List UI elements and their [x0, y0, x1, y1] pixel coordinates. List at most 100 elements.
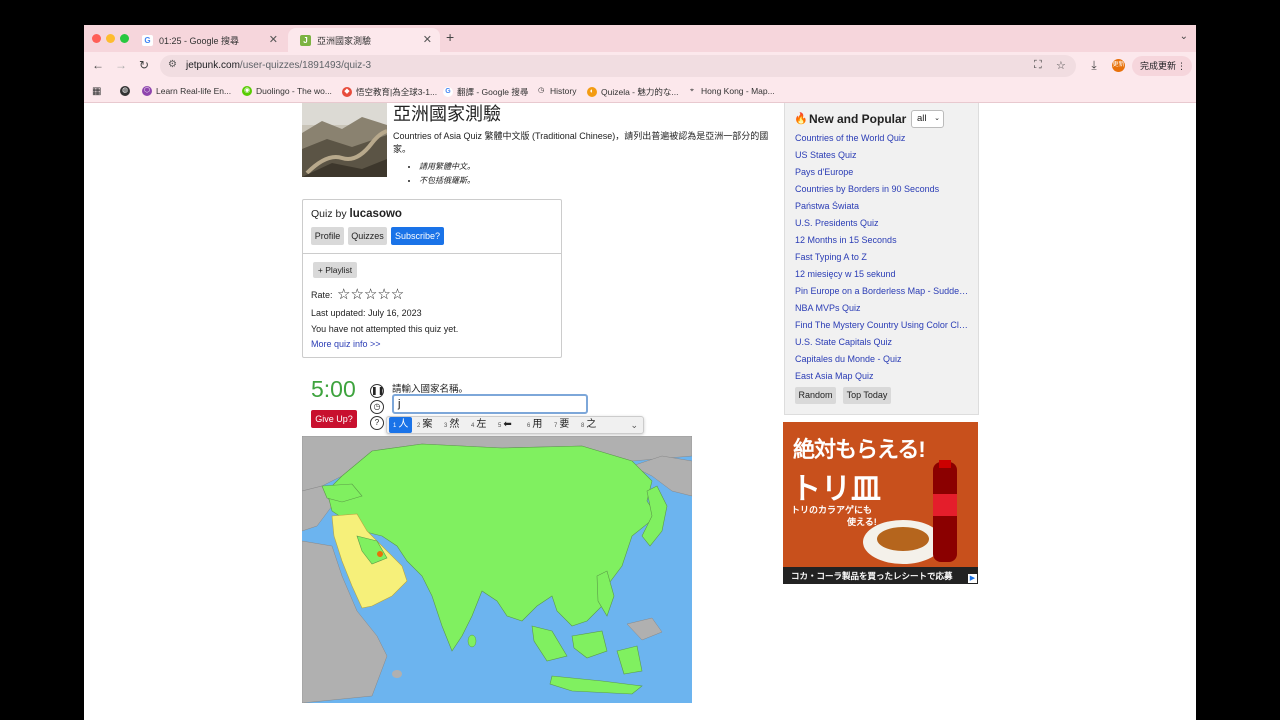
google-icon: G [443, 87, 453, 97]
popular-quiz-link[interactable]: U.S. State Capitals Quiz [795, 337, 970, 347]
popular-quiz-link[interactable]: Find The Mystery Country Using Color Clu… [795, 320, 970, 330]
bookmark-google-translate[interactable]: G 翻譯 - Google 搜尋 [443, 86, 528, 98]
menu-kebab-icon: ⋮ [1177, 61, 1186, 71]
minimize-window-button[interactable] [106, 34, 115, 43]
bookmark-duolingo[interactable]: ◉ Duolingo - The wo... [242, 86, 332, 96]
forward-arrow-icon[interactable]: → [113, 58, 129, 72]
ime-candidate[interactable]: 7要 [554, 417, 569, 433]
asia-map[interactable] [302, 436, 692, 703]
bookmark-star-icon[interactable]: ☆ [1056, 59, 1066, 72]
address-bar[interactable]: ⚙ jetpunk.com/user-quizzes/1891493/quiz-… [160, 55, 1076, 77]
divider [303, 253, 561, 254]
ime-candidate[interactable]: 8之 [581, 417, 596, 433]
maximize-window-button[interactable] [120, 34, 129, 43]
random-button[interactable]: Random [795, 387, 836, 404]
quizela-icon: ◐ [587, 87, 597, 97]
quizzes-button[interactable]: Quizzes [348, 227, 387, 245]
popular-quiz-link[interactable]: East Asia Map Quiz [795, 371, 970, 381]
close-window-button[interactable] [92, 34, 101, 43]
ime-candidate[interactable]: 5 ⬅ [498, 417, 512, 433]
avatar[interactable]: 更新 [1112, 59, 1125, 72]
more-quiz-info-link[interactable]: More quiz info >> [311, 339, 381, 349]
popular-quiz-link[interactable]: U.S. Presidents Quiz [795, 218, 970, 228]
translate-icon[interactable]: ⛶ [1034, 59, 1042, 72]
popular-quiz-link[interactable]: 12 Months in 15 Seconds [795, 235, 970, 245]
back-arrow-icon[interactable]: ← [90, 58, 106, 72]
history-clock-icon: ◷ [536, 86, 546, 96]
apps-grid-icon[interactable]: ▦ [92, 86, 101, 97]
ime-candidate[interactable]: 2案 [417, 417, 432, 433]
add-playlist-button[interactable]: + Playlist [313, 262, 357, 278]
close-tab-icon[interactable]: ✕ [269, 33, 278, 46]
close-tab-icon[interactable]: ✕ [423, 33, 432, 46]
duolingo-icon: ◉ [242, 86, 252, 96]
browser-window: G 01:25 - Google 搜尋 ✕ J 亞洲國家測驗 ✕ + ⌄ ← →… [84, 25, 1196, 720]
popular-quiz-link[interactable]: Fast Typing A to Z [795, 252, 970, 262]
filter-select[interactable]: all ⌄ [911, 110, 944, 128]
rule-item: 不包括俄羅斯。 [419, 174, 475, 188]
popular-quiz-link[interactable]: Państwa Świata [795, 201, 970, 211]
screen: G 01:25 - Google 搜尋 ✕ J 亞洲國家測驗 ✕ + ⌄ ← →… [0, 0, 1280, 720]
url-text[interactable]: jetpunk.com/user-quizzes/1891493/quiz-3 [186, 60, 371, 71]
site-info-icon[interactable]: ⚙ [168, 59, 177, 70]
ad-headline: 絶対もらえる! [793, 437, 926, 462]
update-button[interactable]: 完成更新 ⋮ [1132, 56, 1192, 76]
tab-asia-quiz[interactable]: J 亞洲國家測驗 ✕ [288, 28, 440, 52]
rate-label: Rate: [311, 290, 333, 300]
jetpunk-icon: J [300, 34, 311, 46]
popular-quiz-link[interactable]: Pays d'Europe [795, 167, 970, 177]
bookmark-history[interactable]: ◷ History [536, 86, 576, 96]
popular-quiz-link[interactable]: Capitales du Monde - Quiz [795, 354, 970, 364]
popular-quiz-link[interactable]: US States Quiz [795, 150, 970, 160]
popular-quiz-link[interactable]: NBA MVPs Quiz [795, 303, 970, 313]
ime-candidate[interactable]: 1人 [389, 417, 413, 433]
subscribe-button[interactable]: Subscribe? [391, 227, 444, 245]
give-up-button[interactable]: Give Up? [311, 410, 357, 428]
globe-icon[interactable]: ◍ [120, 86, 134, 96]
quiz-info-box: Quiz by lucasowo Profile Quizzes Subscri… [302, 199, 562, 358]
great-wall-thumbnail [302, 103, 387, 177]
quiz-author-line: Quiz by lucasowo [311, 208, 402, 220]
popular-quiz-link[interactable]: 12 miesięcy w 15 sekund [795, 269, 970, 279]
popular-quiz-link[interactable]: Pin Europe on a Borderless Map - Sudden … [795, 286, 970, 296]
panel-title: New and Popular [809, 112, 907, 126]
fire-icon: 🔥 [794, 113, 808, 125]
bookmark-wukong[interactable]: ◆ 悟空教育|為全球3-1... [342, 86, 437, 98]
new-and-popular-panel: 🔥 New and Popular all ⌄ Countries of the … [784, 103, 979, 415]
new-tab-button[interactable]: + [446, 29, 454, 45]
profile-button[interactable]: Profile [311, 227, 344, 245]
chevron-down-icon[interactable]: ⌄ [630, 417, 638, 433]
help-icon[interactable]: ? [370, 416, 384, 430]
answer-input[interactable]: j [392, 394, 588, 414]
bookmark-learn-real-life[interactable]: ⬡ Learn Real-life En... [142, 86, 231, 96]
rule-item: 請用繁體中文。 [419, 160, 475, 174]
hexagon-icon: ⬡ [142, 86, 152, 96]
advertisement[interactable]: 絶対もらえる! トリ皿 トリのカラアゲにも 使える! コカ・コーラ製品を買ったレシ… [783, 422, 978, 584]
adchoices-icon[interactable]: ▶ [968, 574, 977, 583]
tab-search-icon[interactable]: ⌄ [1180, 31, 1188, 42]
reload-icon[interactable]: ↻ [136, 58, 152, 72]
popular-quiz-link[interactable]: Countries of the World Quiz [795, 133, 970, 143]
pause-icon[interactable]: ❚❚ [370, 384, 384, 398]
tab-google-search[interactable]: G 01:25 - Google 搜尋 ✕ [130, 28, 286, 52]
rating-stars[interactable]: ☆☆☆☆☆ [337, 285, 404, 303]
page-content: 亞洲國家測驗 Countries of Asia Quiz 繁體中文版 (Tra… [84, 103, 1196, 720]
ad-product: トリ皿 [791, 473, 881, 506]
tab-title: 01:25 - Google 搜尋 [159, 35, 240, 46]
quiz-rules: 請用繁體中文。 不包括俄羅斯。 [419, 160, 475, 188]
bookmark-quizela[interactable]: ◐ Quizela - 魅力的な... [587, 86, 678, 98]
quiz-description: Countries of Asia Quiz 繁體中文版 (Traditiona… [393, 131, 769, 154]
ad-footer: コカ・コーラ製品を買ったレシートで応募 ▶ [783, 567, 978, 584]
author-name[interactable]: lucasowo [350, 208, 402, 220]
download-icon[interactable]: ⤓ [1086, 58, 1102, 73]
ime-candidate[interactable]: 6用 [527, 417, 542, 433]
popular-quiz-link[interactable]: Countries by Borders in 90 Seconds [795, 184, 970, 194]
clock-icon[interactable]: ◷ [370, 400, 384, 414]
ad-footer-text: コカ・コーラ製品を買ったレシートで応募 [791, 571, 953, 581]
ime-candidate[interactable]: 4左 [471, 417, 486, 433]
ime-candidate[interactable]: 3然 [444, 417, 459, 433]
top-today-button[interactable]: Top Today [843, 387, 891, 404]
ime-candidate-bar: 1人 2案 3然 4左 5 ⬅ 6用 7要 8之 ⌄ [386, 416, 644, 434]
attempt-status: You have not attempted this quiz yet. [311, 324, 459, 334]
bookmark-hong-kong-map[interactable]: ⌖ Hong Kong - Map... [687, 86, 775, 96]
